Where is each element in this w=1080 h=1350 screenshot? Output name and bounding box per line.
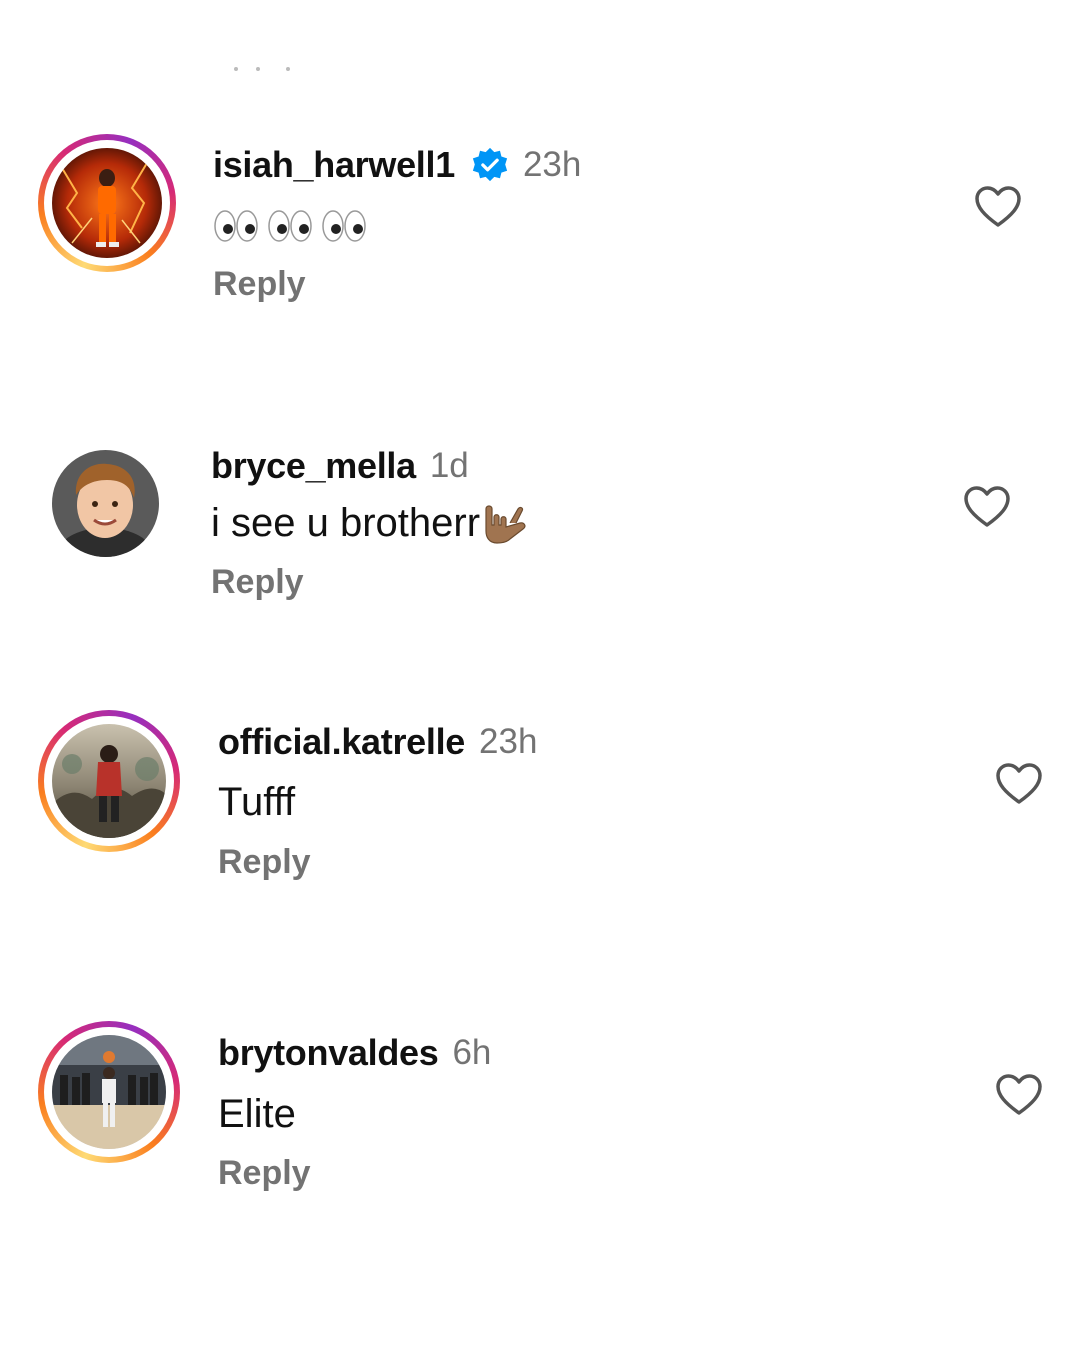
heart-outline-icon[interactable] bbox=[995, 1073, 1043, 1117]
reply-button[interactable]: Reply bbox=[218, 843, 311, 882]
comment-timestamp: 23h bbox=[522, 145, 582, 184]
comment-timestamp: 6h bbox=[452, 1033, 492, 1072]
avatar[interactable] bbox=[52, 1035, 166, 1149]
love-you-gesture-icon bbox=[485, 505, 526, 545]
reply-button[interactable]: Reply bbox=[211, 563, 304, 602]
truncated-text-remnant bbox=[234, 67, 290, 71]
heart-outline-icon[interactable] bbox=[963, 485, 1011, 529]
avatar-image bbox=[52, 148, 162, 258]
comment-text: Tufff bbox=[218, 780, 296, 824]
heart-outline-icon[interactable] bbox=[995, 762, 1043, 806]
comment-text: Elite bbox=[218, 1092, 296, 1136]
avatar-image bbox=[52, 1035, 166, 1149]
eyes-emoji-row bbox=[214, 210, 366, 242]
story-ring[interactable] bbox=[38, 134, 176, 272]
heart-outline-icon[interactable] bbox=[974, 185, 1022, 229]
avatar-image bbox=[52, 450, 159, 557]
comment-timestamp: 23h bbox=[479, 722, 538, 761]
avatar[interactable] bbox=[52, 148, 162, 258]
verified-badge-icon bbox=[472, 147, 508, 182]
comment-text: 👀👀👀 bbox=[213, 205, 369, 255]
comments-list: isiah_harwell1 23h 👀👀👀 bbox=[0, 0, 1080, 1350]
story-ring[interactable] bbox=[38, 1021, 180, 1163]
reply-button[interactable]: Reply bbox=[218, 1154, 311, 1193]
avatar-image bbox=[52, 724, 166, 838]
reply-button[interactable]: Reply bbox=[213, 265, 306, 304]
avatar[interactable] bbox=[52, 724, 166, 838]
comment-username[interactable]: brytonvaldes bbox=[218, 1032, 439, 1074]
comment-text: i see u brotherr🤟🏽 bbox=[211, 501, 530, 549]
comment-username[interactable]: official.katrelle bbox=[218, 721, 465, 763]
comment-body: i see u brotherr bbox=[211, 501, 481, 545]
avatar[interactable] bbox=[52, 450, 159, 557]
comment-timestamp: 1d bbox=[429, 446, 469, 485]
comment-username[interactable]: isiah_harwell1 bbox=[213, 144, 455, 186]
story-ring[interactable] bbox=[38, 710, 180, 852]
comment-username[interactable]: bryce_mella bbox=[211, 445, 416, 487]
